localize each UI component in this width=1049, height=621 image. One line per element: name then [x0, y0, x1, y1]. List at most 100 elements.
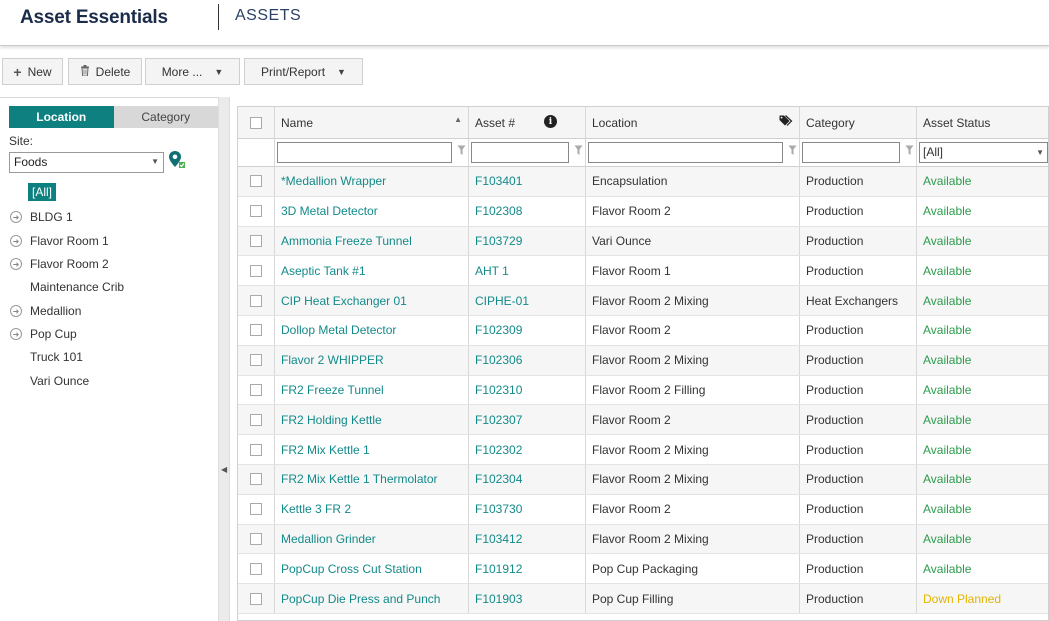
collapse-left-icon[interactable]: ◀ — [221, 465, 227, 474]
table-row[interactable]: PopCup Cross Cut Station F101912 Pop Cup P… — [238, 554, 1048, 585]
select-all-checkbox[interactable] — [250, 116, 262, 129]
row-checkbox[interactable] — [250, 234, 262, 247]
expand-icon[interactable]: ➜ — [10, 258, 22, 270]
asset-number-link[interactable]: F101912 — [469, 554, 586, 584]
tree-item-pop-cup[interactable]: ➜ Pop Cup — [10, 324, 77, 344]
column-header-asset-status[interactable]: Asset Status — [917, 107, 1048, 138]
asset-number-link[interactable]: F103412 — [469, 524, 586, 554]
asset-number-link[interactable]: F102307 — [469, 405, 586, 435]
expand-icon[interactable]: ➜ — [10, 211, 22, 223]
row-checkbox[interactable] — [250, 532, 262, 545]
location-filter-input[interactable] — [588, 142, 783, 163]
site-select[interactable]: Foods ▼ — [9, 152, 164, 173]
asset-number-link[interactable]: F102306 — [469, 345, 586, 375]
tree-item-maintenance-crib[interactable]: Maintenance Crib — [10, 277, 124, 297]
table-row[interactable]: FR2 Freeze Tunnel F102310 Flavor Room 2 Fi… — [238, 375, 1048, 406]
asset-name-link[interactable]: 3D Metal Detector — [275, 196, 469, 226]
asset-name-link[interactable]: FR2 Freeze Tunnel — [275, 375, 469, 405]
row-checkbox[interactable] — [250, 503, 262, 516]
expand-icon[interactable]: ➜ — [10, 305, 22, 317]
tab-category[interactable]: Category — [113, 106, 218, 128]
column-header-location[interactable]: Location — [586, 107, 800, 138]
asset-name-link[interactable]: Ammonia Freeze Tunnel — [275, 226, 469, 256]
column-header-category[interactable]: Category — [800, 107, 917, 138]
tree-item-bldg-1[interactable]: ➜ BLDG 1 — [10, 207, 73, 227]
tree-item-flavor-room-2[interactable]: ➜ Flavor Room 2 — [10, 254, 109, 274]
column-header-name[interactable]: Name ▲ — [275, 107, 469, 138]
asset-name-link[interactable]: FR2 Mix Kettle 1 Thermolator — [275, 465, 469, 494]
table-row[interactable]: 3D Metal Detector F102308 Flavor Room 2 Pro… — [238, 196, 1048, 227]
row-checkbox[interactable] — [250, 383, 262, 396]
table-row[interactable]: FR2 Mix Kettle 1 F102302 Flavor Room 2 Mix… — [238, 435, 1048, 465]
asset-name-link[interactable]: PopCup Cross Cut Station — [275, 554, 469, 584]
asset-name-link[interactable]: CIP Heat Exchanger 01 — [275, 286, 469, 315]
table-row[interactable]: FR2 Holding Kettle F102307 Flavor Room 2 Pr… — [238, 405, 1048, 436]
asset-name-link[interactable]: Aseptic Tank #1 — [275, 256, 469, 286]
name-filter-input[interactable] — [277, 142, 452, 163]
status-filter-select[interactable]: [All] ▼ — [919, 142, 1048, 163]
table-row[interactable]: Dollop Metal Detector F102309 Flavor Room … — [238, 316, 1048, 346]
tab-location[interactable]: Location — [9, 106, 114, 128]
asset-name-link[interactable]: FR2 Mix Kettle 1 — [275, 435, 469, 464]
asset-name-link[interactable]: PopCup Die Press and Punch — [275, 584, 469, 613]
delete-button[interactable]: Delete — [68, 58, 142, 85]
table-row[interactable]: Medallion Grinder F103412 Flavor Room 2 Mi… — [238, 524, 1048, 555]
row-checkbox[interactable] — [250, 443, 262, 456]
column-header-asset[interactable]: Asset # i — [469, 107, 586, 138]
asset-number-link[interactable]: F102310 — [469, 375, 586, 405]
row-checkbox[interactable] — [250, 175, 262, 188]
tree-item-medallion[interactable]: ➜ Medallion — [10, 301, 81, 321]
row-checkbox[interactable] — [250, 324, 262, 337]
table-row[interactable]: FR2 Mix Kettle 1 Thermolator F102304 Flavo… — [238, 465, 1048, 495]
table-row[interactable]: Aseptic Tank #1 AHT 1 Flavor Room 1 Product… — [238, 256, 1048, 287]
table-row[interactable]: Flavor 2 WHIPPER F102306 Flavor Room 2 Mix… — [238, 345, 1048, 376]
filter-icon[interactable] — [457, 145, 466, 156]
more-button[interactable]: More ... ▼ — [145, 58, 240, 85]
asset-number-link[interactable]: F102302 — [469, 435, 586, 464]
row-checkbox[interactable] — [250, 562, 262, 575]
asset-number-link[interactable]: F102304 — [469, 465, 586, 494]
table-row[interactable]: Ammonia Freeze Tunnel F103729 Vari Ounce Pr… — [238, 226, 1048, 257]
asset-number-link[interactable]: F101903 — [469, 584, 586, 613]
asset-name-link[interactable]: FR2 Holding Kettle — [275, 405, 469, 435]
row-checkbox[interactable] — [250, 294, 262, 307]
table-row[interactable]: Kettle 3 FR 2 F103730 Flavor Room 2 Product… — [238, 494, 1048, 525]
filter-icon[interactable] — [788, 145, 797, 156]
table-row[interactable]: PopCup Die Press and Punch F101903 Pop Cup… — [238, 584, 1048, 614]
asset-name-link[interactable]: *Medallion Wrapper — [275, 167, 469, 196]
asset-name-link[interactable]: Flavor 2 WHIPPER — [275, 345, 469, 375]
filter-icon[interactable] — [905, 145, 914, 156]
asset-number-link[interactable]: F102309 — [469, 316, 586, 345]
tree-item-all[interactable]: [All] — [10, 182, 57, 202]
row-checkbox[interactable] — [250, 413, 262, 426]
asset-number-link[interactable]: F103730 — [469, 494, 586, 524]
row-checkbox[interactable] — [250, 592, 262, 605]
asset-number-link[interactable]: F103729 — [469, 226, 586, 256]
asset-number-link[interactable]: F103401 — [469, 167, 586, 196]
tree-item-vari-ounce[interactable]: Vari Ounce — [10, 371, 89, 391]
row-checkbox[interactable] — [250, 264, 262, 277]
tree-item-flavor-room-1[interactable]: ➜ Flavor Room 1 — [10, 231, 109, 251]
asset-filter-input[interactable] — [471, 142, 569, 163]
table-row[interactable]: *Medallion Wrapper F103401 Encapsulation Pr… — [238, 167, 1048, 197]
category-filter-input[interactable] — [802, 142, 900, 163]
asset-number-link[interactable]: AHT 1 — [469, 256, 586, 286]
location-pin-icon[interactable] — [168, 150, 186, 170]
asset-name-link[interactable]: Dollop Metal Detector — [275, 316, 469, 345]
table-row[interactable]: CIP Heat Exchanger 01 CIPHE-01 Flavor Room… — [238, 286, 1048, 316]
asset-number-link[interactable]: CIPHE-01 — [469, 286, 586, 315]
asset-name-link[interactable]: Kettle 3 FR 2 — [275, 494, 469, 524]
row-checkbox[interactable] — [250, 473, 262, 486]
asset-number-link[interactable]: F102308 — [469, 196, 586, 226]
info-icon[interactable]: i — [544, 115, 557, 128]
app-name[interactable]: Asset Essentials — [20, 7, 168, 29]
tag-icon[interactable] — [779, 115, 793, 127]
expand-icon[interactable]: ➜ — [10, 235, 22, 247]
panel-splitter[interactable]: ◀ — [218, 97, 230, 621]
filter-icon[interactable] — [574, 145, 583, 156]
tree-item-truck-101[interactable]: Truck 101 — [10, 347, 83, 367]
row-checkbox[interactable] — [250, 205, 262, 218]
print-report-button[interactable]: Print/Report ▼ — [244, 58, 363, 85]
new-button[interactable]: + New — [2, 58, 63, 85]
asset-name-link[interactable]: Medallion Grinder — [275, 524, 469, 554]
